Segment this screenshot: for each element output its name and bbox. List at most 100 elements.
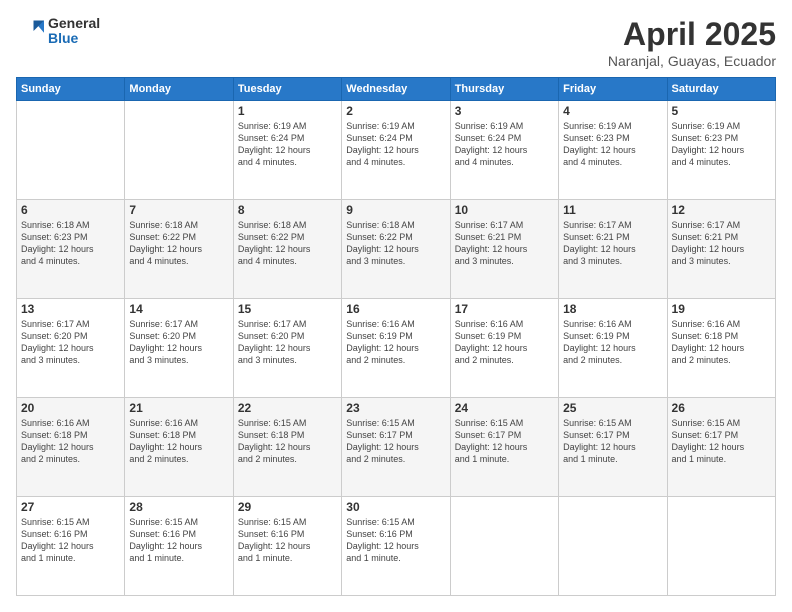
calendar-cell: 29Sunrise: 6:15 AM Sunset: 6:16 PM Dayli… <box>233 497 341 596</box>
day-header-thursday: Thursday <box>450 78 558 101</box>
calendar-table: SundayMondayTuesdayWednesdayThursdayFrid… <box>16 77 776 596</box>
day-number: 1 <box>238 104 337 118</box>
day-info: Sunrise: 6:15 AM Sunset: 6:16 PM Dayligh… <box>21 516 120 565</box>
logo-text: General Blue <box>48 16 100 47</box>
day-number: 16 <box>346 302 445 316</box>
calendar-cell: 3 Sunrise: 6:19 AM Sunset: 6:24 PM Daylig… <box>450 101 558 200</box>
calendar-cell: 2 Sunrise: 6:19 AM Sunset: 6:24 PM Daylig… <box>342 101 450 200</box>
calendar-cell: 8 Sunrise: 6:18 AM Sunset: 6:22 PM Daylig… <box>233 200 341 299</box>
calendar-cell: 11 Sunrise: 6:17 AM Sunset: 6:21 PM Dayli… <box>559 200 667 299</box>
day-number: 12 <box>672 203 771 217</box>
calendar-cell: 1Sunrise: 6:19 AM Sunset: 6:24 PM Daylig… <box>233 101 341 200</box>
day-number: 2 <box>346 104 445 118</box>
day-header-wednesday: Wednesday <box>342 78 450 101</box>
day-info: Sunrise: 6:18 AM Sunset: 6:23 PM Dayligh… <box>21 219 120 268</box>
calendar-cell: 18Sunrise: 6:16 AM Sunset: 6:19 PM Dayli… <box>559 299 667 398</box>
day-info: Sunrise: 6:16 AM Sunset: 6:18 PM Dayligh… <box>129 417 228 466</box>
day-number: 14 <box>129 302 228 316</box>
day-number: 5 <box>672 104 771 118</box>
day-header-tuesday: Tuesday <box>233 78 341 101</box>
calendar-cell: 28 Sunrise: 6:15 AM Sunset: 6:16 PM Dayli… <box>125 497 233 596</box>
day-number: 15 <box>238 302 337 316</box>
day-header-sunday: Sunday <box>17 78 125 101</box>
day-info: Sunrise: 6:16 AM Sunset: 6:19 PM Dayligh… <box>346 318 445 367</box>
calendar-cell: 13 Sunrise: 6:17 AM Sunset: 6:20 PM Dayli… <box>17 299 125 398</box>
day-number: 11 <box>563 203 662 217</box>
calendar-cell <box>125 101 233 200</box>
calendar-cell: 14 Sunrise: 6:17 AM Sunset: 6:20 PM Dayli… <box>125 299 233 398</box>
calendar-week-row: 1 Sunrise: 6:19 AM Sunset: 6:24 PM Daylig… <box>17 101 776 200</box>
calendar-cell: 16 Sunrise: 6:16 AM Sunset: 6:19 PM Dayli… <box>342 299 450 398</box>
calendar-cell: 23 Sunrise: 6:15 AM Sunset: 6:17 PM Dayli… <box>342 398 450 497</box>
day-info: Sunrise: 6:15 AM Sunset: 6:17 PM Dayligh… <box>346 417 445 466</box>
day-number: 8 <box>238 203 337 217</box>
calendar-header-row: SundayMondayTuesdayWednesdayThursdayFrid… <box>17 78 776 101</box>
day-number: 24 <box>455 401 554 415</box>
day-header-monday: Monday <box>125 78 233 101</box>
day-info: Sunrise: 6:15 AM Sunset: 6:17 PM Dayligh… <box>455 417 554 466</box>
day-info: Sunrise: 6:19 AM Sunset: 6:24 PM Dayligh… <box>346 120 445 169</box>
logo-general: General <box>48 16 100 31</box>
day-info: Sunrise: 6:16 AM Sunset: 6:18 PM Dayligh… <box>21 417 120 466</box>
logo: General Blue <box>16 16 100 47</box>
day-info: Sunrise: 6:15 AM Sunset: 6:17 PM Dayligh… <box>563 417 662 466</box>
day-info: Sunrise: 6:19 AM Sunset: 6:23 PM Dayligh… <box>672 120 771 169</box>
day-number: 9 <box>346 203 445 217</box>
day-number: 30 <box>346 500 445 514</box>
day-number: 7 <box>129 203 228 217</box>
day-header-friday: Friday <box>559 78 667 101</box>
day-number: 3 <box>455 104 554 118</box>
logo-blue: Blue <box>48 31 100 46</box>
day-info: Sunrise: 6:15 AM Sunset: 6:16 PM Dayligh… <box>129 516 228 565</box>
calendar-cell: 15 Sunrise: 6:17 AM Sunset: 6:20 PM Dayli… <box>233 299 341 398</box>
day-number: 29 <box>238 500 337 514</box>
day-info: Sunrise: 6:17 AM Sunset: 6:21 PM Dayligh… <box>672 219 771 268</box>
day-info: Sunrise: 6:15 AM Sunset: 6:17 PM Dayligh… <box>672 417 771 466</box>
calendar-cell: 10Sunrise: 6:17 AM Sunset: 6:21 PM Dayli… <box>450 200 558 299</box>
day-info: Sunrise: 6:17 AM Sunset: 6:21 PM Dayligh… <box>563 219 662 268</box>
calendar-cell: 17 Sunrise: 6:16 AM Sunset: 6:19 PM Dayli… <box>450 299 558 398</box>
header: General Blue April 2025 Naranjal, Guayas… <box>16 16 776 69</box>
day-number: 6 <box>21 203 120 217</box>
calendar-cell: 19Sunrise: 6:16 AM Sunset: 6:18 PM Dayli… <box>667 299 775 398</box>
day-info: Sunrise: 6:17 AM Sunset: 6:20 PM Dayligh… <box>238 318 337 367</box>
day-info: Sunrise: 6:16 AM Sunset: 6:19 PM Dayligh… <box>455 318 554 367</box>
calendar-cell: 12 Sunrise: 6:17 AM Sunset: 6:21 PM Dayli… <box>667 200 775 299</box>
calendar-cell: 7 Sunrise: 6:18 AM Sunset: 6:22 PM Daylig… <box>125 200 233 299</box>
calendar-cell: 30 Sunrise: 6:15 AM Sunset: 6:16 PM Dayli… <box>342 497 450 596</box>
calendar-cell: 20 Sunrise: 6:16 AM Sunset: 6:18 PM Dayli… <box>17 398 125 497</box>
day-number: 21 <box>129 401 228 415</box>
calendar-cell: 21 Sunrise: 6:16 AM Sunset: 6:18 PM Dayli… <box>125 398 233 497</box>
day-info: Sunrise: 6:15 AM Sunset: 6:16 PM Dayligh… <box>346 516 445 565</box>
day-number: 23 <box>346 401 445 415</box>
day-number: 13 <box>21 302 120 316</box>
calendar-cell: 26 Sunrise: 6:15 AM Sunset: 6:17 PM Dayli… <box>667 398 775 497</box>
day-info: Sunrise: 6:18 AM Sunset: 6:22 PM Dayligh… <box>238 219 337 268</box>
day-number: 28 <box>129 500 228 514</box>
location: Naranjal, Guayas, Ecuador <box>608 53 776 69</box>
day-info: Sunrise: 6:17 AM Sunset: 6:20 PM Dayligh… <box>129 318 228 367</box>
day-info: Sunrise: 6:19 AM Sunset: 6:23 PM Dayligh… <box>563 120 662 169</box>
month-year: April 2025 <box>608 16 776 53</box>
calendar-week-row: 20 Sunrise: 6:16 AM Sunset: 6:18 PM Dayli… <box>17 398 776 497</box>
day-info: Sunrise: 6:17 AM Sunset: 6:20 PM Dayligh… <box>21 318 120 367</box>
day-number: 17 <box>455 302 554 316</box>
calendar-cell: 9 Sunrise: 6:18 AM Sunset: 6:22 PM Daylig… <box>342 200 450 299</box>
day-number: 27 <box>21 500 120 514</box>
calendar-cell <box>17 101 125 200</box>
day-info: Sunrise: 6:16 AM Sunset: 6:18 PM Dayligh… <box>672 318 771 367</box>
day-info: Sunrise: 6:18 AM Sunset: 6:22 PM Dayligh… <box>129 219 228 268</box>
day-number: 4 <box>563 104 662 118</box>
logo-icon <box>16 17 44 45</box>
calendar-cell: 6 Sunrise: 6:18 AM Sunset: 6:23 PM Daylig… <box>17 200 125 299</box>
day-info: Sunrise: 6:19 AM Sunset: 6:24 PM Dayligh… <box>455 120 554 169</box>
day-info: Sunrise: 6:18 AM Sunset: 6:22 PM Dayligh… <box>346 219 445 268</box>
calendar-week-row: 13 Sunrise: 6:17 AM Sunset: 6:20 PM Dayli… <box>17 299 776 398</box>
day-header-saturday: Saturday <box>667 78 775 101</box>
day-number: 10 <box>455 203 554 217</box>
calendar-cell <box>559 497 667 596</box>
day-number: 26 <box>672 401 771 415</box>
page: General Blue April 2025 Naranjal, Guayas… <box>0 0 792 612</box>
title-block: April 2025 Naranjal, Guayas, Ecuador <box>608 16 776 69</box>
day-number: 20 <box>21 401 120 415</box>
